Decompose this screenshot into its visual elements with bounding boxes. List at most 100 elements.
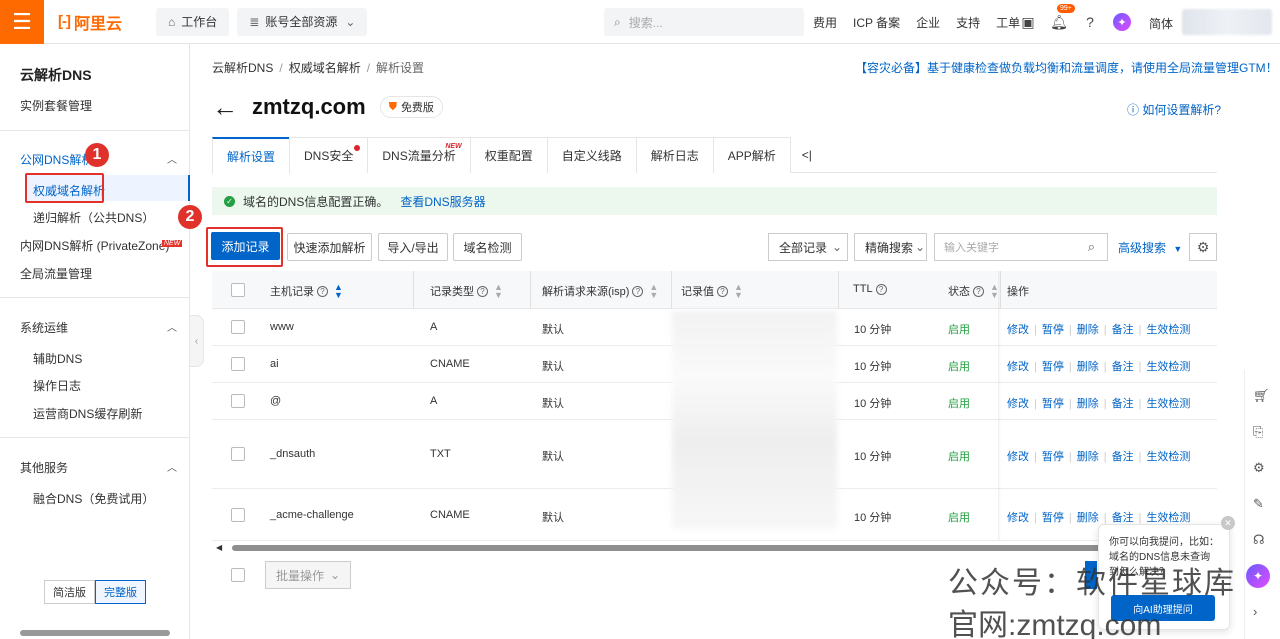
remark-link[interactable]: 备注	[1112, 451, 1134, 463]
sidebar-item-op-log[interactable]: 操作日志	[33, 377, 81, 394]
view-dns-servers-link[interactable]: 查看DNS服务器	[400, 193, 485, 210]
effect-check-link[interactable]: 生效检测	[1146, 324, 1190, 336]
link-billing[interactable]: 费用	[813, 14, 837, 31]
cart-icon[interactable]: 🛒︎	[1253, 388, 1270, 404]
sidebar-group-public-dns[interactable]: 公网DNS解析	[20, 151, 93, 168]
chevron-up-icon[interactable]: ︿	[167, 319, 177, 334]
remark-link[interactable]: 备注	[1112, 361, 1134, 373]
search-icon[interactable]: ⌕	[1088, 239, 1095, 255]
tab-dns-traffic[interactable]: DNS流量分析 NEW	[367, 137, 471, 173]
help-icon[interactable]: ?	[1082, 14, 1098, 30]
document-icon[interactable]: ⎘	[1253, 424, 1263, 440]
resource-scope-dropdown[interactable]: ≣ 账号全部资源 ⌄	[237, 7, 368, 36]
keyword-search-input[interactable]: 输入关键字 ⌕	[934, 233, 1108, 261]
edit-link[interactable]: 修改	[1007, 361, 1029, 373]
ai-assistant-icon[interactable]: ✦	[1113, 13, 1131, 31]
chevron-right-icon[interactable]: ›	[1253, 604, 1257, 619]
ai-assistant-avatar-icon[interactable]: ✦	[1246, 564, 1270, 588]
tab-resolve-log[interactable]: 解析日志	[635, 137, 714, 173]
gtm-notice-link[interactable]: 【容灾必备】基于健康检查做负载均衡和流量调度，请使用全局流量管理GTM！	[855, 59, 1278, 76]
question-icon[interactable]: ?	[875, 283, 887, 295]
sort-icon[interactable]: ▲ ▼	[649, 283, 658, 300]
close-icon[interactable]: ✕	[1221, 516, 1235, 530]
delete-link[interactable]: 删除	[1077, 512, 1099, 524]
question-icon[interactable]: ?	[973, 285, 984, 297]
tab-scroll-icon[interactable]: <|	[790, 137, 824, 172]
header-type[interactable]: 记录类型? ▲ ▼	[430, 283, 503, 300]
aliyun-logo[interactable]: [-] 阿里云	[58, 10, 148, 34]
tab-weight[interactable]: 权重配置	[469, 137, 548, 173]
sidebar-item-plan-mgmt[interactable]: 实例套餐管理	[20, 97, 92, 114]
delete-link[interactable]: 删除	[1077, 398, 1099, 410]
effect-check-link[interactable]: 生效检测	[1146, 361, 1190, 373]
header-value[interactable]: 记录值? ▲ ▼	[681, 283, 743, 300]
scrollbar-thumb[interactable]	[232, 545, 1177, 551]
row-checkbox[interactable]	[231, 394, 245, 408]
add-record-button[interactable]: 添加记录	[211, 232, 280, 260]
breadcrumb-item[interactable]: 云解析DNS	[212, 61, 273, 75]
domain-check-button[interactable]: 域名检测	[453, 233, 522, 261]
record-filter-select[interactable]: 全部记录 ⌄	[768, 233, 848, 261]
row-checkbox[interactable]	[231, 320, 245, 334]
language-switch[interactable]: 简体	[1149, 15, 1173, 32]
edit-link[interactable]: 修改	[1007, 398, 1029, 410]
header-status[interactable]: 状态? ▲ ▼	[948, 283, 999, 300]
pause-link[interactable]: 暂停	[1042, 324, 1064, 336]
chevron-up-icon[interactable]: ︿	[167, 151, 177, 166]
version-simple-button[interactable]: 简洁版	[44, 580, 95, 604]
effect-check-link[interactable]: 生效检测	[1146, 398, 1190, 410]
version-full-button[interactable]: 完整版	[95, 580, 146, 604]
delete-link[interactable]: 删除	[1077, 361, 1099, 373]
select-all-checkbox[interactable]	[231, 283, 245, 297]
chevron-up-icon[interactable]: ︿	[167, 459, 177, 474]
sort-icon[interactable]: ▲ ▼	[734, 283, 743, 300]
question-icon[interactable]: ?	[632, 285, 644, 297]
hamburger-menu-icon[interactable]: ☰	[0, 0, 44, 44]
effect-check-link[interactable]: 生效检测	[1146, 451, 1190, 463]
delete-link[interactable]: 删除	[1077, 324, 1099, 336]
user-account-avatar[interactable]	[1182, 9, 1272, 35]
workbench-button[interactable]: ⌂ 工作台	[156, 7, 230, 36]
edit-link[interactable]: 修改	[1007, 324, 1029, 336]
gear-icon[interactable]: ⚙	[1253, 460, 1265, 476]
terminal-icon[interactable]: ▣	[1020, 14, 1036, 30]
back-arrow-icon[interactable]: ←	[212, 94, 238, 120]
tab-custom-line[interactable]: 自定义线路	[546, 137, 637, 173]
sidebar-item-recursive[interactable]: 递归解析（公共DNS）	[33, 209, 154, 226]
tab-app-resolve[interactable]: APP解析	[712, 137, 791, 173]
question-icon[interactable]: ?	[477, 285, 488, 297]
sidebar-item-gtm[interactable]: 全局流量管理	[20, 265, 92, 282]
table-horizontal-scrollbar[interactable]: ◀	[212, 543, 1217, 553]
tab-resolve-settings[interactable]: 解析设置	[212, 137, 291, 174]
bell-icon[interactable]: 🔔︎ 99+	[1050, 4, 1075, 30]
import-export-button[interactable]: 导入/导出	[378, 233, 448, 261]
remark-link[interactable]: 备注	[1112, 512, 1134, 524]
select-all-checkbox-bottom[interactable]	[231, 568, 245, 582]
header-host[interactable]: 主机记录? ▲ ▼	[270, 283, 343, 300]
edit-link[interactable]: 修改	[1007, 512, 1029, 524]
row-checkbox[interactable]	[231, 357, 245, 371]
search-mode-select[interactable]: 精确搜索 ⌄	[854, 233, 927, 261]
sort-icon[interactable]: ▲ ▼	[494, 283, 503, 300]
sidebar-group-ops[interactable]: 系统运维	[20, 319, 68, 336]
edit-link[interactable]: 修改	[1007, 451, 1029, 463]
gear-icon[interactable]: ⚙	[1189, 233, 1217, 261]
delete-link[interactable]: 删除	[1077, 451, 1099, 463]
scroll-left-icon[interactable]: ◀	[216, 543, 222, 552]
help-link[interactable]: ⓘ 如何设置解析?	[1127, 101, 1221, 118]
global-search-input[interactable]: ⌕ 搜索...	[604, 8, 804, 36]
batch-operation-dropdown[interactable]: 批量操作 ⌄	[265, 561, 351, 589]
pause-link[interactable]: 暂停	[1042, 361, 1064, 373]
remark-link[interactable]: 备注	[1112, 398, 1134, 410]
header-line[interactable]: 解析请求来源(isp)? ▲ ▼	[542, 283, 658, 300]
tab-dns-security[interactable]: DNS安全	[289, 137, 369, 173]
remark-link[interactable]: 备注	[1112, 324, 1134, 336]
effect-check-link[interactable]: 生效检测	[1146, 512, 1190, 524]
sidebar-item-isp-cache[interactable]: 运营商DNS缓存刷新	[33, 405, 142, 422]
sidebar-group-other[interactable]: 其他服务	[20, 459, 68, 476]
sidebar-scrollbar[interactable]	[20, 630, 170, 636]
quick-add-button[interactable]: 快速添加解析	[287, 233, 372, 261]
breadcrumb-item[interactable]: 权威域名解析	[289, 61, 361, 75]
sort-icon[interactable]: ▲ ▼	[334, 283, 343, 300]
link-icp[interactable]: ICP 备案	[853, 14, 900, 31]
